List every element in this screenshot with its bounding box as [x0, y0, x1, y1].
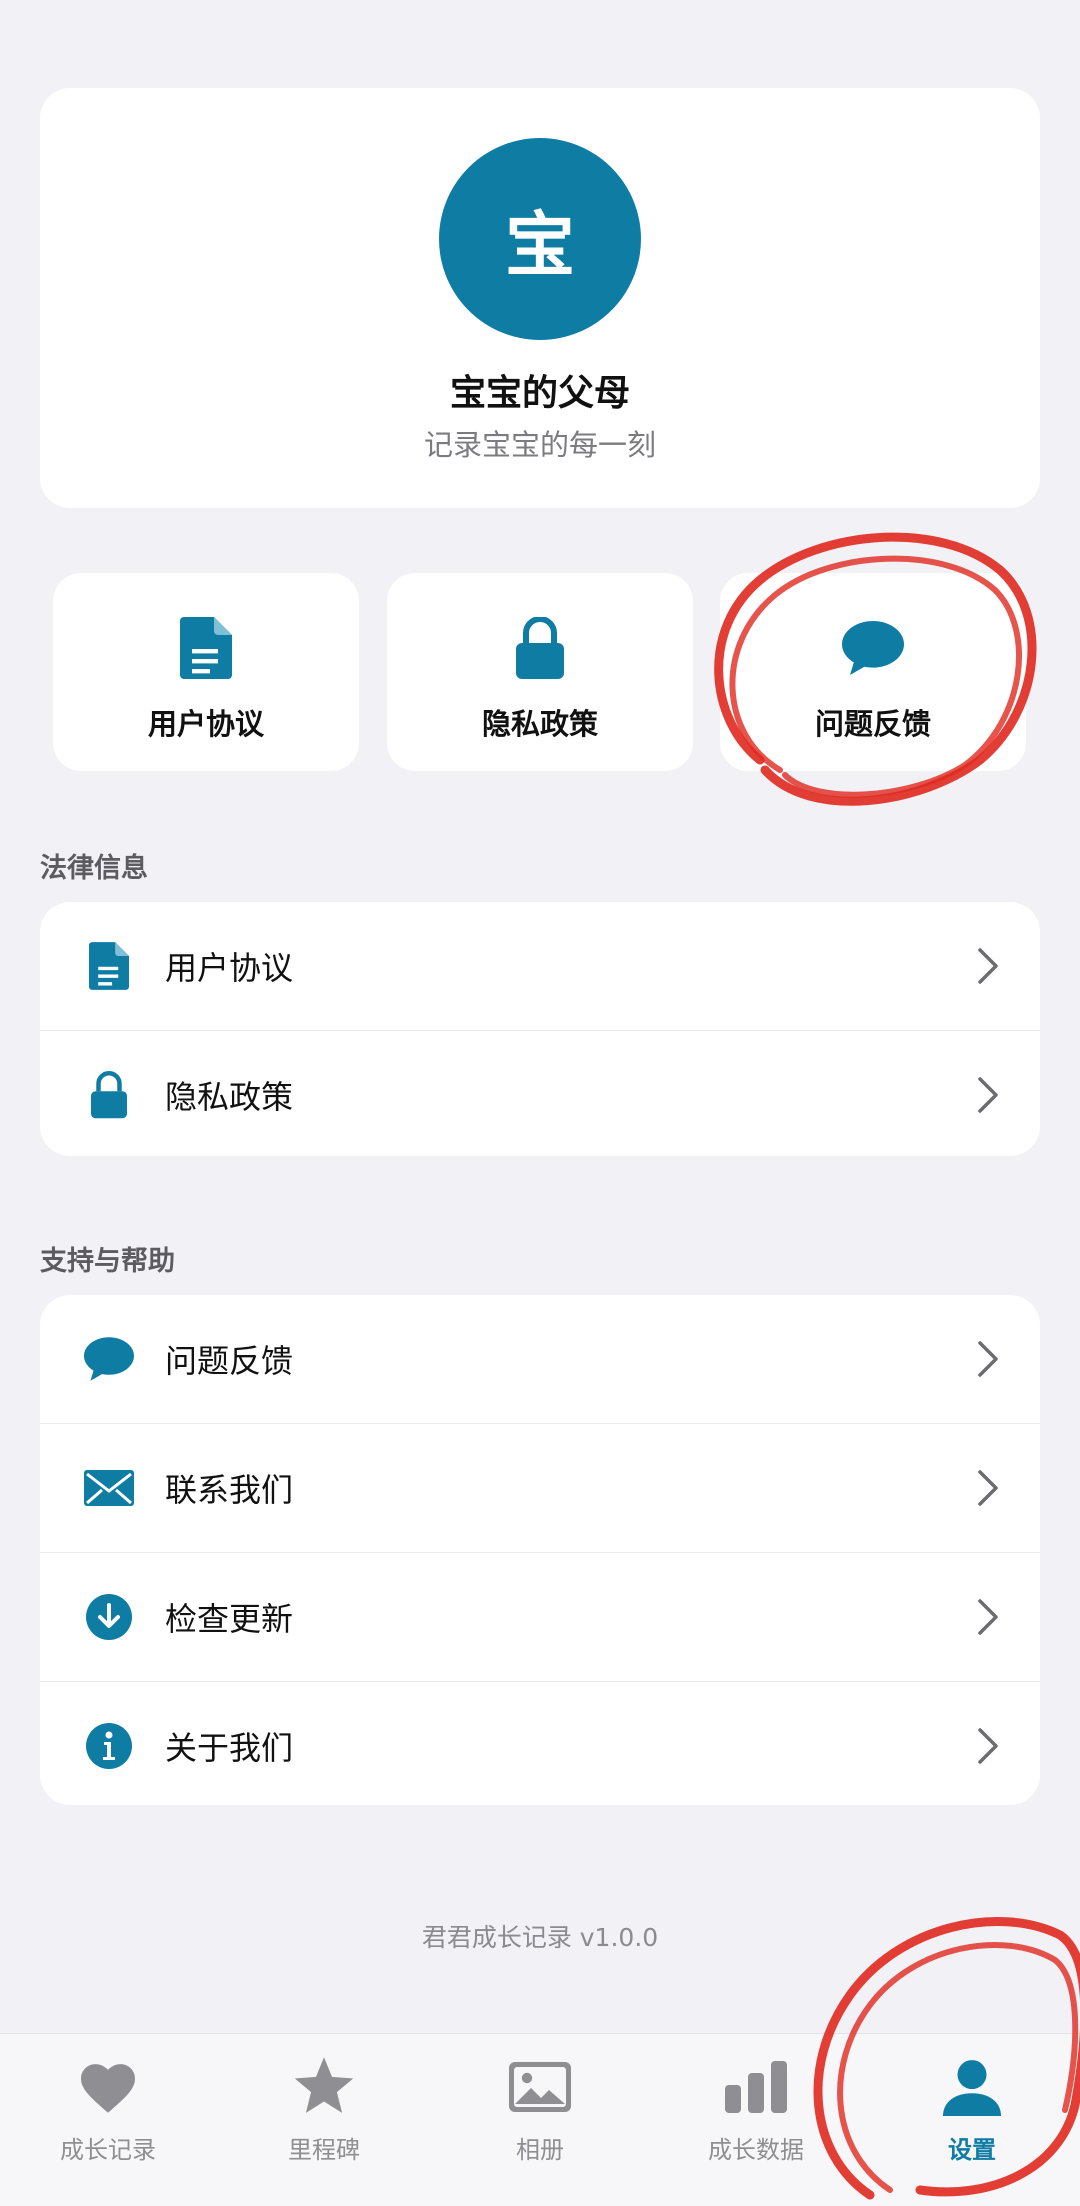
list-item-label: 隐私政策 — [165, 1078, 294, 1116]
chat-bubble-icon — [720, 615, 1026, 681]
quick-action-user-agreement[interactable]: 用户协议 — [53, 573, 359, 771]
quick-action-label: 用户协议 — [147, 707, 264, 741]
list-item-label: 联系我们 — [165, 1471, 294, 1509]
profile-subtitle: 记录宝宝的每一刻 — [423, 428, 656, 462]
chevron-right-icon — [978, 1728, 998, 1764]
document-icon — [80, 937, 138, 995]
profile-card[interactable]: 宝 宝宝的父母 记录宝宝的每一刻 — [40, 88, 1040, 508]
list-item-contact-us[interactable]: 联系我们 — [40, 1424, 1040, 1553]
support-list: 问题反馈 联系我们 检查更新 关于我们 — [40, 1295, 1040, 1805]
section-title-support: 支持与帮助 — [40, 1246, 175, 1277]
tab-label: 相册 — [516, 2136, 564, 2164]
list-item-label: 问题反馈 — [165, 1342, 294, 1380]
list-item-feedback[interactable]: 问题反馈 — [40, 1295, 1040, 1424]
tab-label: 设置 — [948, 2136, 996, 2164]
chat-bubble-icon — [80, 1330, 138, 1388]
photo-icon — [432, 2056, 648, 2118]
list-item-user-agreement[interactable]: 用户协议 — [40, 902, 1040, 1031]
info-icon — [80, 1717, 138, 1775]
section-title-legal: 法律信息 — [40, 853, 148, 884]
chevron-right-icon — [978, 1599, 998, 1635]
tab-label: 成长记录 — [60, 2136, 156, 2164]
legal-list: 用户协议 隐私政策 — [40, 902, 1040, 1156]
profile-name: 宝宝的父母 — [449, 373, 630, 414]
list-item-check-update[interactable]: 检查更新 — [40, 1553, 1040, 1682]
quick-action-feedback[interactable]: 问题反馈 — [720, 573, 1026, 771]
avatar: 宝 — [439, 138, 641, 340]
tab-growth-record[interactable]: 成长记录 — [0, 2048, 216, 2178]
tab-growth-data[interactable]: 成长数据 — [648, 2048, 864, 2178]
quick-action-label: 隐私政策 — [481, 707, 598, 741]
tab-album[interactable]: 相册 — [432, 2048, 648, 2178]
tab-label: 里程碑 — [288, 2136, 360, 2164]
envelope-icon — [80, 1459, 138, 1517]
tab-milestone[interactable]: 里程碑 — [216, 2048, 432, 2178]
list-item-privacy-policy[interactable]: 隐私政策 — [40, 1031, 1040, 1156]
list-item-label: 用户协议 — [165, 949, 294, 987]
app-version: 君君成长记录 v1.0.0 — [421, 1923, 659, 1952]
heart-icon — [0, 2056, 216, 2118]
quick-action-privacy-policy[interactable]: 隐私政策 — [387, 573, 693, 771]
quick-action-label: 问题反馈 — [814, 707, 931, 741]
tab-settings[interactable]: 设置 — [864, 2048, 1080, 2178]
list-item-about-us[interactable]: 关于我们 — [40, 1682, 1040, 1805]
list-item-label: 检查更新 — [165, 1600, 294, 1638]
star-icon — [216, 2056, 432, 2118]
chevron-right-icon — [978, 1341, 998, 1377]
bottom-tab-bar: 成长记录 里程碑 相册 成长数据 设置 — [0, 2033, 1080, 2206]
tab-label: 成长数据 — [708, 2136, 804, 2164]
chevron-right-icon — [978, 1470, 998, 1506]
bar-chart-icon — [648, 2056, 864, 2118]
lock-icon — [387, 615, 693, 681]
download-icon — [80, 1588, 138, 1646]
chevron-right-icon — [978, 1077, 998, 1113]
person-icon — [864, 2056, 1080, 2118]
list-item-label: 关于我们 — [165, 1729, 294, 1767]
document-icon — [53, 615, 359, 681]
lock-icon — [80, 1066, 138, 1124]
chevron-right-icon — [978, 948, 998, 984]
